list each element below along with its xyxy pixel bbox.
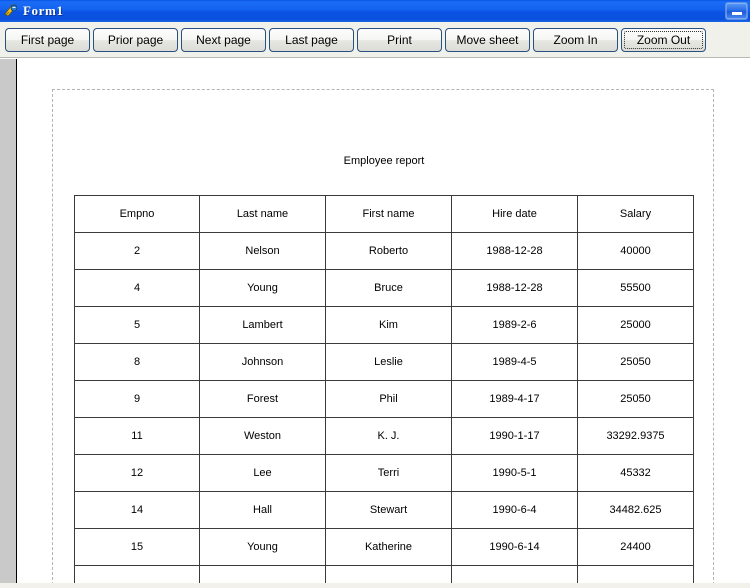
vertical-scrollbar[interactable]	[0, 59, 17, 588]
button-label: Zoom Out	[636, 33, 691, 47]
table-cell: 5	[74, 306, 200, 344]
page-bottom-edge	[0, 583, 750, 588]
table-cell: Nelson	[199, 232, 326, 270]
button-label: Last page	[285, 33, 338, 47]
table-cell: 9	[74, 380, 200, 418]
column-header: Salary	[577, 195, 694, 233]
table-cell: 25050	[577, 343, 694, 381]
table-cell: K. J.	[325, 417, 452, 455]
table-cell: 15	[74, 528, 200, 566]
app-icon	[3, 3, 19, 19]
button-label: Prior page	[107, 33, 164, 47]
table-cell: Phil	[325, 380, 452, 418]
table-cell: 1990-6-14	[451, 528, 578, 566]
table-cell: Roberto	[325, 232, 452, 270]
table-cell: Bruce	[325, 269, 452, 307]
table-cell: 14	[74, 491, 200, 529]
button-label: Move sheet	[456, 33, 519, 47]
table-cell: Kim	[325, 306, 452, 344]
report-title: Employee report	[343, 155, 425, 167]
table-cell: 1990-6-4	[451, 491, 578, 529]
table-cell: 25000	[577, 306, 694, 344]
table-cell: 33292.9375	[577, 417, 694, 455]
button-label: Zoom In	[553, 33, 598, 47]
table-cell: 12	[74, 454, 200, 492]
table-cell: Johnson	[199, 343, 326, 381]
table-row: 12 Lee Terri 1990-5-1 45332	[74, 454, 694, 492]
table-cell: Hall	[199, 491, 326, 529]
table-row: 4 Young Bruce 1988-12-28 55500	[74, 269, 694, 307]
first-page-button[interactable]: First page	[5, 28, 90, 52]
table-cell: Katherine	[325, 528, 452, 566]
column-header: Last name	[199, 195, 326, 233]
zoom-out-button[interactable]: Zoom Out	[621, 28, 706, 52]
table-cell: 1989-4-5	[451, 343, 578, 381]
move-sheet-button[interactable]: Move sheet	[445, 28, 530, 52]
column-header: Empno	[74, 195, 200, 233]
table-cell: Lambert	[199, 306, 326, 344]
table-row: 9 Forest Phil 1989-4-17 25050	[74, 380, 694, 418]
title-bar: Form1	[0, 0, 750, 22]
table-cell: 1989-2-6	[451, 306, 578, 344]
table-cell: Young	[199, 528, 326, 566]
table-header-row: Empno Last name First name Hire date Salary	[74, 195, 694, 233]
column-header: Hire date	[451, 195, 578, 233]
table-cell: 1988-12-28	[451, 232, 578, 270]
table-cell: 55500	[577, 269, 694, 307]
table-cell: 40000	[577, 232, 694, 270]
prior-page-button[interactable]: Prior page	[93, 28, 178, 52]
button-label: First page	[20, 33, 75, 47]
table-row: 5 Lambert Kim 1989-2-6 25000	[74, 306, 694, 344]
table-cell: 34482.625	[577, 491, 694, 529]
table-row: 11 Weston K. J. 1990-1-17 33292.9375	[74, 417, 694, 455]
table-cell: 1989-4-17	[451, 380, 578, 418]
minimize-icon	[732, 12, 742, 15]
table-cell: 11	[74, 417, 200, 455]
report-table-body: Empno Last name First name Hire date Salary 2…	[74, 195, 694, 588]
table-cell: 25050	[577, 380, 694, 418]
zoom-in-button[interactable]: Zoom In	[533, 28, 618, 52]
report-page: Employee report Empno Last name First name…	[18, 59, 750, 588]
button-label: Print	[387, 33, 412, 47]
window-title: Form1	[23, 3, 64, 18]
print-button[interactable]: Print	[357, 28, 442, 52]
table-cell: Weston	[199, 417, 326, 455]
next-page-button[interactable]: Next page	[181, 28, 266, 52]
table-cell: 24400	[577, 528, 694, 566]
button-label: Next page	[196, 33, 251, 47]
table-cell: Forest	[199, 380, 326, 418]
table-cell: 1990-5-1	[451, 454, 578, 492]
print-preview-area: Employee report Empno Last name First name…	[0, 59, 750, 588]
table-row: 14 Hall Stewart 1990-6-4 34482.625	[74, 491, 694, 529]
application-window: Form1 First page Prior page Next page Last …	[0, 0, 750, 588]
toolbar: First page Prior page Next page Last page Pr…	[0, 22, 750, 58]
table-cell: 1988-12-28	[451, 269, 578, 307]
table-cell: 2	[74, 232, 200, 270]
table-cell: Young	[199, 269, 326, 307]
table-cell: Terri	[325, 454, 452, 492]
table-row: 2 Nelson Roberto 1988-12-28 40000	[74, 232, 694, 270]
table-cell: 4	[74, 269, 200, 307]
table-row: 15 Young Katherine 1990-6-14 24400	[74, 528, 694, 566]
table-cell: Leslie	[325, 343, 452, 381]
minimize-button[interactable]	[725, 2, 748, 20]
table-cell: Stewart	[325, 491, 452, 529]
last-page-button[interactable]: Last page	[269, 28, 354, 52]
column-header: First name	[325, 195, 452, 233]
table-row: 8 Johnson Leslie 1989-4-5 25050	[74, 343, 694, 381]
table-cell: 8	[74, 343, 200, 381]
table-cell: Lee	[199, 454, 326, 492]
table-cell: 45332	[577, 454, 694, 492]
table-cell: 1990-1-17	[451, 417, 578, 455]
employee-report-table: Empno Last name First name Hire date Salary 2…	[74, 195, 694, 588]
